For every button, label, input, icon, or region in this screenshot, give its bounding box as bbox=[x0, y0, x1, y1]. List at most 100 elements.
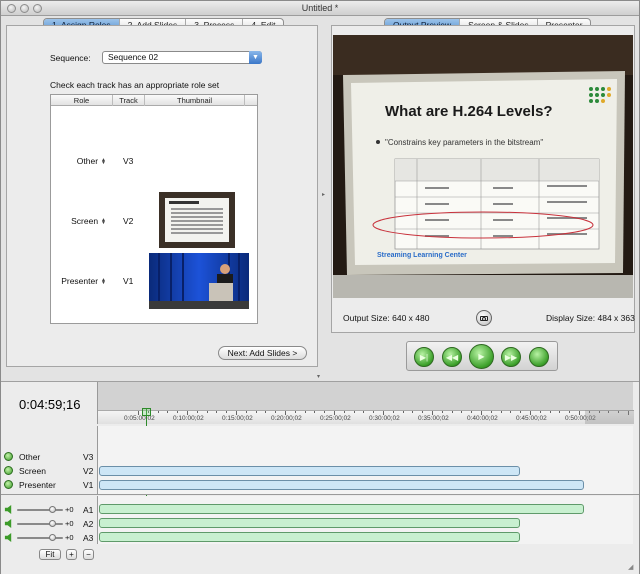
ruler-label: 0:25:00;02 bbox=[320, 415, 351, 422]
instruction-text: Check each track has an appropriate role… bbox=[50, 80, 220, 90]
stepper-icon: ▲ ▼ bbox=[101, 276, 106, 286]
ruler-tick bbox=[569, 411, 571, 413]
preview-panel: What are H.264 Levels? "Constrains key p… bbox=[331, 25, 635, 333]
track-id: V2 bbox=[123, 216, 134, 226]
clip-a3[interactable] bbox=[99, 532, 520, 542]
ruler-tick bbox=[471, 411, 473, 413]
ruler-tick bbox=[196, 411, 198, 413]
gain-knob[interactable] bbox=[49, 534, 56, 541]
ruler-label: 0:30:00;02 bbox=[369, 415, 400, 422]
ruler-tick bbox=[314, 411, 316, 413]
audio-lanes bbox=[97, 496, 633, 544]
clip-v2[interactable] bbox=[99, 466, 520, 476]
col-track: Track bbox=[113, 95, 145, 106]
eye-icon[interactable] bbox=[4, 480, 13, 489]
slide-title: What are H.264 Levels? bbox=[385, 103, 553, 120]
ruler-tick bbox=[226, 411, 228, 413]
resize-grip-icon[interactable]: ◢ bbox=[628, 563, 633, 571]
ruler-tick bbox=[353, 411, 355, 413]
ruler-tick bbox=[206, 411, 208, 413]
ruler-tick bbox=[157, 411, 159, 413]
ruler-tick bbox=[490, 411, 492, 413]
video-lanes bbox=[97, 426, 633, 494]
ruler-tick bbox=[500, 411, 502, 413]
zoom-in-button[interactable]: + bbox=[66, 549, 77, 560]
track-id-v1: V1 bbox=[83, 480, 94, 490]
loop-icon[interactable] bbox=[529, 347, 549, 367]
gain-value: +0 bbox=[65, 505, 74, 514]
track-name-presenter: Presenter bbox=[19, 480, 56, 490]
next-add-slides-button[interactable]: Next: Add Slides > bbox=[218, 346, 307, 360]
role-label: Presenter bbox=[61, 276, 99, 286]
ruler-tick bbox=[216, 411, 218, 413]
ruler-tick bbox=[559, 411, 561, 413]
sequence-label: Sequence: bbox=[50, 53, 91, 63]
slide-footer: Streaming Learning Center bbox=[377, 252, 467, 259]
play-icon[interactable]: ▶ bbox=[469, 344, 494, 369]
ruler-tick bbox=[441, 411, 443, 413]
track-id: V3 bbox=[123, 156, 134, 166]
preview-frame: What are H.264 Levels? "Constrains key p… bbox=[333, 35, 633, 298]
role-select-presenter[interactable]: Presenter ▲ ▼ bbox=[51, 276, 106, 286]
speaker-icon[interactable] bbox=[4, 519, 13, 528]
ruler-label: 0:40:00;02 bbox=[467, 415, 498, 422]
timeline-ruler[interactable]: 0:05:00;02 0:10:00;02 0:15:00;02 0:20:00;02… bbox=[97, 382, 634, 424]
track-name-screen: Screen bbox=[19, 466, 46, 476]
ruler-tick bbox=[275, 411, 277, 413]
app-window: Untitled * 1. Assign Roles 2. Add Slides… bbox=[0, 0, 640, 574]
ruler-tick bbox=[392, 411, 394, 413]
ruler-tick bbox=[167, 411, 169, 413]
ruler-tick bbox=[294, 411, 296, 413]
splitter-grip-icon[interactable]: ▾ bbox=[317, 373, 320, 380]
output-preview: What are H.264 Levels? "Constrains key p… bbox=[333, 35, 633, 298]
speaker-icon[interactable] bbox=[4, 533, 13, 542]
ruler-label: 0:45:00;02 bbox=[516, 415, 547, 422]
transport-controls: ▶| ◀◀ ▶ ▶▶ bbox=[406, 341, 558, 371]
ruler-tick bbox=[412, 411, 414, 413]
camera-icon[interactable] bbox=[476, 310, 492, 326]
timecode-display: 0:04:59;16 bbox=[19, 397, 81, 412]
splitter-grip-icon[interactable]: ▸ bbox=[322, 191, 325, 198]
fast-forward-icon[interactable]: ▶▶ bbox=[501, 347, 521, 367]
fit-button[interactable]: Fit bbox=[39, 549, 61, 560]
ruler-tick bbox=[520, 411, 522, 413]
col-thumbnail: Thumbnail bbox=[145, 95, 245, 106]
role-select-other[interactable]: Other ▲ ▼ bbox=[51, 156, 106, 166]
gain-knob[interactable] bbox=[49, 506, 56, 513]
clip-a1[interactable] bbox=[99, 504, 584, 514]
track-id-v2: V2 bbox=[83, 466, 94, 476]
eye-icon[interactable] bbox=[4, 466, 13, 475]
ruler-tick bbox=[363, 411, 365, 413]
display-size: Display Size: 484 x 363 bbox=[546, 313, 635, 323]
assign-roles-panel: Sequence: Sequence 02 ▼ Check each track… bbox=[6, 25, 318, 367]
gain-slider-a2[interactable] bbox=[17, 520, 63, 527]
table-header: Role Track Thumbnail bbox=[51, 95, 257, 106]
gain-slider-a1[interactable] bbox=[17, 506, 63, 513]
sequence-select[interactable]: Sequence 02 ▼ bbox=[102, 51, 262, 64]
presenter-thumbnail-image bbox=[149, 253, 249, 309]
stepper-icon: ▲ ▼ bbox=[101, 216, 106, 226]
speaker-icon[interactable] bbox=[4, 505, 13, 514]
ruler-label: 0:35:00;02 bbox=[418, 415, 449, 422]
role-select-screen[interactable]: Screen ▲ ▼ bbox=[51, 216, 106, 226]
ruler-tick bbox=[343, 411, 345, 413]
chevron-down-icon: ▼ bbox=[249, 51, 262, 64]
step-back-icon[interactable]: ▶| bbox=[414, 347, 434, 367]
ruler-tick bbox=[373, 411, 375, 413]
role-label: Other bbox=[76, 156, 99, 166]
gain-value: +0 bbox=[65, 533, 74, 542]
screen-thumbnail-image bbox=[165, 198, 229, 242]
timeline-panel: 0:04:59;16 0:05:00;02 0:10:00;02 0:15:00;0… bbox=[1, 381, 639, 574]
playhead-handle[interactable] bbox=[142, 408, 151, 416]
clip-v1[interactable] bbox=[99, 480, 584, 490]
stepper-icon: ▲ ▼ bbox=[101, 156, 106, 166]
role-table: Role Track Thumbnail Other ▲ ▼ V3 Screen ▲ ▼… bbox=[50, 94, 258, 324]
gain-slider-a3[interactable] bbox=[17, 534, 63, 541]
rewind-icon[interactable]: ◀◀ bbox=[442, 347, 462, 367]
gain-knob[interactable] bbox=[49, 520, 56, 527]
sequence-value: Sequence 02 bbox=[108, 52, 159, 62]
zoom-out-button[interactable]: − bbox=[83, 549, 94, 560]
clip-a2[interactable] bbox=[99, 518, 520, 528]
eye-icon[interactable] bbox=[4, 452, 13, 461]
ruler-tick bbox=[451, 411, 453, 413]
